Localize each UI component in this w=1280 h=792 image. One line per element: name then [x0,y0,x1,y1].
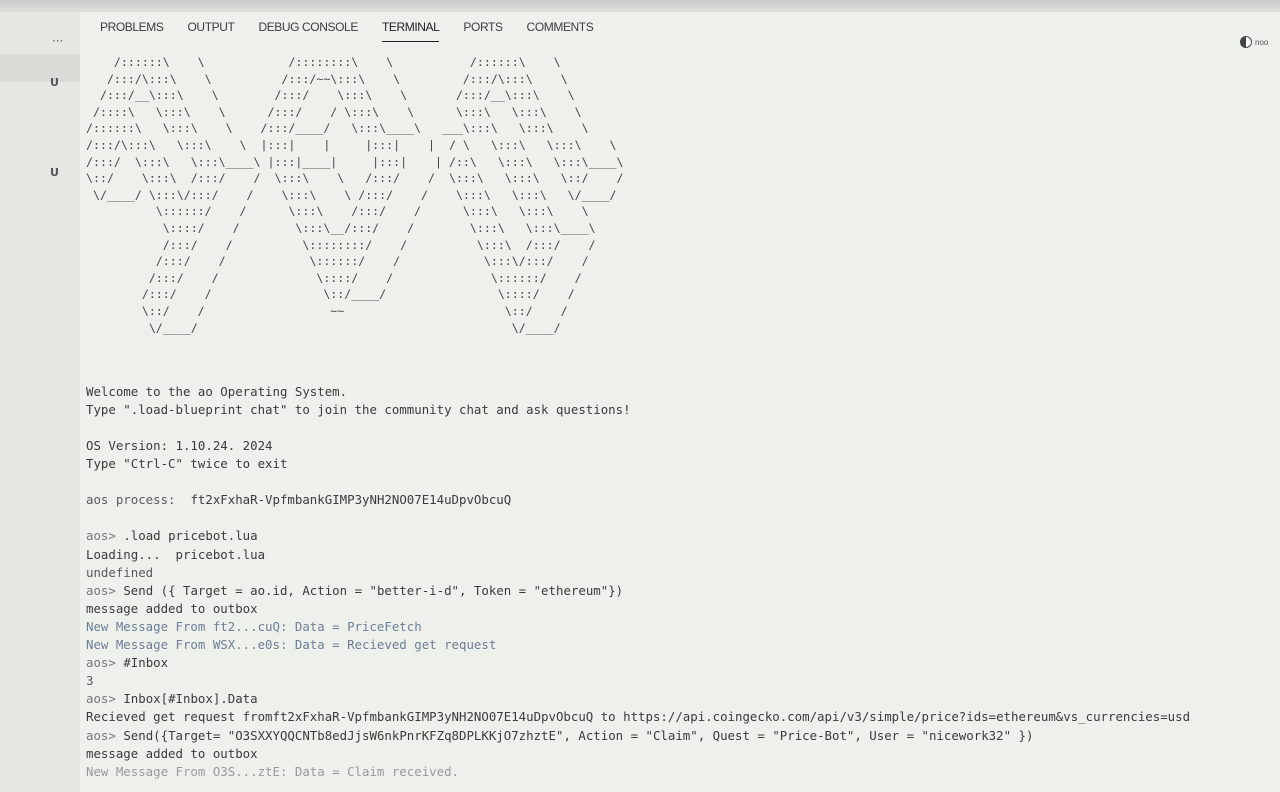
process-label: aos process: [86,492,176,508]
exit-hint-line: Type "Ctrl-C" twice to exit [86,456,288,472]
terminal-profile-icon [1240,36,1252,48]
prompt: aos> [86,727,124,743]
output-line: 3 [86,672,1190,690]
terminal-selector[interactable]: noo [1240,34,1280,50]
tab-output[interactable]: OUTPUT [188,20,235,42]
tab-terminal[interactable]: TERMINAL [381,20,440,42]
command-line: aos> #Inbox [86,654,1190,672]
line-text: message added to outbox [86,600,258,616]
editor-gutter: ··· U U [0,12,80,792]
more-actions-icon[interactable]: ··· [52,34,63,48]
terminal-name: noo [1255,37,1269,47]
line-text: Loading... pricebot.lua [86,546,266,562]
line-text: New Message From O3S...ztE: Data = Claim… [86,763,459,779]
line-text: 3 [86,673,94,689]
hint-line: Type ".load-blueprint chat" to join the … [86,402,631,418]
output-line: Loading... pricebot.lua [86,546,1190,564]
window-top-strip [0,0,1280,12]
gutter-highlight [0,54,80,82]
tab-comments[interactable]: COMMENTS [527,20,594,42]
session-log: aos> .load pricebot.lua Loading... priceb… [86,527,1190,780]
line-text: Recieved get request fromft2xFxhaR-Vpfmb… [86,709,1191,725]
line-text: Inbox[#Inbox].Data [123,691,258,707]
tab-problems[interactable]: PROBLEMS [100,20,164,42]
terminal-output[interactable]: /::::::\ \ /::::::::\ \ /::::::\ \ /:::/… [86,54,1266,792]
process-id: ft2xFxhaR-VpfmbankGIMP3yNH2NO07E14uDpvOb… [190,492,512,508]
os-version-line: OS Version: 1.10.24. 2024 [86,438,273,454]
line-text: #Inbox [123,655,169,671]
output-line: Recieved get request fromft2xFxhaR-Vpfmb… [86,708,1190,726]
command-line: aos> Send({Target= "O3SXXYQQCNTb8edJjsW6… [86,727,1190,745]
line-text: Send ({ Target = ao.id, Action = "better… [123,582,624,598]
prompt: aos> [86,655,124,671]
output-line: message added to outbox [86,745,1190,763]
output-line: New Message From WSX...e0s: Data = Recie… [86,636,1190,654]
command-line: aos> Send ({ Target = ao.id, Action = "b… [86,582,1190,600]
prompt: aos> [86,528,124,544]
line-text: undefined [86,564,154,580]
output-line: message added to outbox [86,600,1190,618]
tab-debug-console[interactable]: DEBUG CONSOLE [258,20,358,42]
output-line: undefined [86,564,1190,582]
line-text: Send({Target= "O3SXXYQQCNTb8edJjsW6nkPnr… [123,727,1034,743]
output-line: New Message From O3S...ztE: Data = Claim… [86,763,1190,781]
aos-ascii-logo: /::::::\ \ /::::::::\ \ /::::::\ \ /:::/… [86,55,624,335]
line-text: .load pricebot.lua [123,528,258,544]
tab-ports[interactable]: PORTS [463,20,503,42]
output-line: New Message From ft2...cuQ: Data = Price… [86,618,1190,636]
process-line: aos process: ft2xFxhaR-VpfmbankGIMP3yNH2… [86,491,1190,509]
line-text: New Message From WSX...e0s: Data = Recie… [86,637,497,653]
prompt: aos> [86,582,124,598]
panel-tabs: PROBLEMS OUTPUT DEBUG CONSOLE TERMINAL P… [100,20,594,42]
git-untracked-mark: U [50,76,59,89]
prompt: aos> [86,691,124,707]
command-line: aos> .load pricebot.lua [86,527,1190,545]
terminal-lines: Welcome to the ao Operating System. Type… [86,383,1190,781]
command-line: aos> Inbox[#Inbox].Data [86,690,1190,708]
welcome-line: Welcome to the ao Operating System. [86,384,348,399]
line-text: message added to outbox [86,745,258,761]
git-untracked-mark: U [50,166,59,179]
line-text: New Message From ft2...cuQ: Data = Price… [86,618,422,634]
